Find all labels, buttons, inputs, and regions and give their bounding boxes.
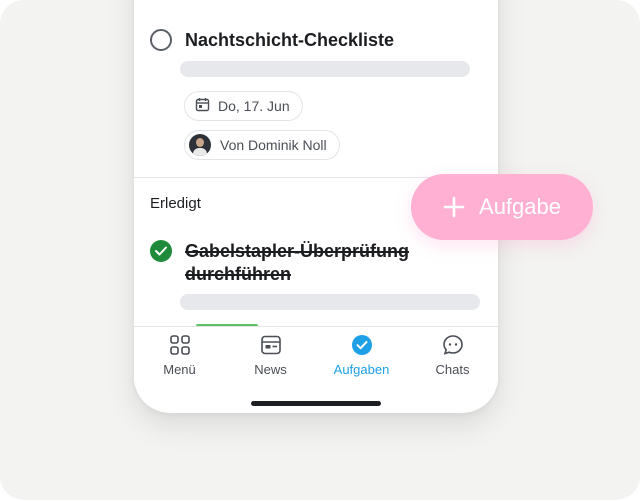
- tab-aufgaben[interactable]: Aufgaben: [316, 327, 407, 387]
- done-task-title: Gabelstapler-Überprüfung durchführen: [185, 241, 410, 284]
- task-title: Nachtschicht-Checkliste: [185, 30, 395, 50]
- task-checkbox[interactable]: [150, 29, 172, 51]
- author-text: Von Dominik Noll: [220, 137, 327, 153]
- check-circle-icon: [350, 333, 374, 357]
- author-chip[interactable]: Von Dominik Noll: [184, 130, 340, 160]
- tab-label: Menü: [163, 362, 196, 377]
- add-task-label: Aufgabe: [479, 194, 561, 219]
- skeleton-placeholder: [180, 294, 480, 310]
- grid-icon: [168, 333, 192, 357]
- home-indicator: [251, 401, 381, 406]
- checkmark-circle-icon[interactable]: [150, 240, 172, 262]
- news-icon: [259, 333, 283, 357]
- tab-menu[interactable]: Menü: [134, 327, 225, 387]
- avatar: [189, 134, 211, 156]
- task-item-done[interactable]: Gabelstapler-Überprüfung durchführen: [150, 240, 425, 286]
- tab-label: News: [254, 362, 287, 377]
- skeleton-placeholder: [180, 61, 470, 77]
- section-title-done: Erledigt: [150, 195, 201, 212]
- tab-label: Aufgaben: [333, 362, 390, 377]
- bottom-tab-bar: Menü News Aufgaben Chats: [134, 326, 498, 387]
- tab-label: Chats: [435, 362, 470, 377]
- due-date-text: Do, 17. Jun: [218, 98, 290, 114]
- due-date-chip[interactable]: Do, 17. Jun: [184, 91, 303, 121]
- tab-chats[interactable]: Chats: [407, 327, 498, 387]
- calendar-icon: [195, 97, 218, 115]
- tab-news[interactable]: News: [225, 327, 316, 387]
- plus-icon: [443, 192, 465, 222]
- add-task-button[interactable]: Aufgabe: [411, 174, 593, 240]
- chat-icon: [441, 333, 465, 357]
- task-item[interactable]: Nachtschicht-Checkliste: [150, 29, 394, 52]
